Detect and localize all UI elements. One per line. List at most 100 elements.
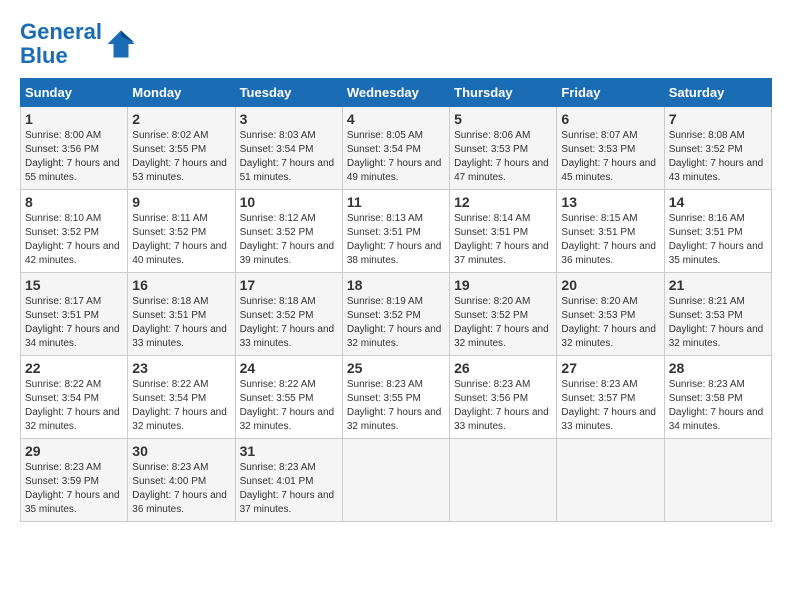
day-number: 25 bbox=[347, 360, 445, 376]
day-number: 9 bbox=[132, 194, 230, 210]
day-number: 10 bbox=[240, 194, 338, 210]
day-info: Sunrise: 8:13 AM Sunset: 3:51 PM Dayligh… bbox=[347, 212, 445, 268]
day-info: Sunrise: 8:12 AM Sunset: 3:52 PM Dayligh… bbox=[240, 212, 338, 268]
logo: GeneralBlue bbox=[20, 20, 136, 68]
calendar-cell: 27 Sunrise: 8:23 AM Sunset: 3:57 PM Dayl… bbox=[557, 356, 664, 439]
day-number: 20 bbox=[561, 277, 659, 293]
calendar-cell: 10 Sunrise: 8:12 AM Sunset: 3:52 PM Dayl… bbox=[235, 190, 342, 273]
calendar-cell: 14 Sunrise: 8:16 AM Sunset: 3:51 PM Dayl… bbox=[664, 190, 771, 273]
header-monday: Monday bbox=[128, 79, 235, 107]
calendar-cell: 25 Sunrise: 8:23 AM Sunset: 3:55 PM Dayl… bbox=[342, 356, 449, 439]
day-info: Sunrise: 8:07 AM Sunset: 3:53 PM Dayligh… bbox=[561, 129, 659, 185]
calendar-cell: 12 Sunrise: 8:14 AM Sunset: 3:51 PM Dayl… bbox=[450, 190, 557, 273]
header-friday: Friday bbox=[557, 79, 664, 107]
calendar-cell: 4 Sunrise: 8:05 AM Sunset: 3:54 PM Dayli… bbox=[342, 107, 449, 190]
calendar-cell: 7 Sunrise: 8:08 AM Sunset: 3:52 PM Dayli… bbox=[664, 107, 771, 190]
calendar-cell bbox=[664, 439, 771, 522]
day-number: 31 bbox=[240, 443, 338, 459]
day-number: 4 bbox=[347, 111, 445, 127]
day-info: Sunrise: 8:22 AM Sunset: 3:54 PM Dayligh… bbox=[132, 378, 230, 434]
day-info: Sunrise: 8:17 AM Sunset: 3:51 PM Dayligh… bbox=[25, 295, 123, 351]
day-info: Sunrise: 8:08 AM Sunset: 3:52 PM Dayligh… bbox=[669, 129, 767, 185]
day-number: 28 bbox=[669, 360, 767, 376]
day-info: Sunrise: 8:23 AM Sunset: 3:57 PM Dayligh… bbox=[561, 378, 659, 434]
calendar-table: SundayMondayTuesdayWednesdayThursdayFrid… bbox=[20, 78, 772, 522]
calendar-cell: 18 Sunrise: 8:19 AM Sunset: 3:52 PM Dayl… bbox=[342, 273, 449, 356]
calendar-week-row: 15 Sunrise: 8:17 AM Sunset: 3:51 PM Dayl… bbox=[21, 273, 772, 356]
day-number: 22 bbox=[25, 360, 123, 376]
day-info: Sunrise: 8:06 AM Sunset: 3:53 PM Dayligh… bbox=[454, 129, 552, 185]
header-wednesday: Wednesday bbox=[342, 79, 449, 107]
calendar-cell: 21 Sunrise: 8:21 AM Sunset: 3:53 PM Dayl… bbox=[664, 273, 771, 356]
day-info: Sunrise: 8:23 AM Sunset: 3:59 PM Dayligh… bbox=[25, 461, 123, 517]
day-info: Sunrise: 8:14 AM Sunset: 3:51 PM Dayligh… bbox=[454, 212, 552, 268]
day-info: Sunrise: 8:22 AM Sunset: 3:54 PM Dayligh… bbox=[25, 378, 123, 434]
calendar-cell bbox=[450, 439, 557, 522]
calendar-week-row: 29 Sunrise: 8:23 AM Sunset: 3:59 PM Dayl… bbox=[21, 439, 772, 522]
day-number: 21 bbox=[669, 277, 767, 293]
calendar-cell: 19 Sunrise: 8:20 AM Sunset: 3:52 PM Dayl… bbox=[450, 273, 557, 356]
day-number: 16 bbox=[132, 277, 230, 293]
day-info: Sunrise: 8:20 AM Sunset: 3:52 PM Dayligh… bbox=[454, 295, 552, 351]
header-saturday: Saturday bbox=[664, 79, 771, 107]
day-number: 26 bbox=[454, 360, 552, 376]
calendar-week-row: 1 Sunrise: 8:00 AM Sunset: 3:56 PM Dayli… bbox=[21, 107, 772, 190]
day-number: 27 bbox=[561, 360, 659, 376]
calendar-cell: 20 Sunrise: 8:20 AM Sunset: 3:53 PM Dayl… bbox=[557, 273, 664, 356]
calendar-cell: 24 Sunrise: 8:22 AM Sunset: 3:55 PM Dayl… bbox=[235, 356, 342, 439]
header-sunday: Sunday bbox=[21, 79, 128, 107]
day-number: 17 bbox=[240, 277, 338, 293]
calendar-cell: 11 Sunrise: 8:13 AM Sunset: 3:51 PM Dayl… bbox=[342, 190, 449, 273]
calendar-cell: 23 Sunrise: 8:22 AM Sunset: 3:54 PM Dayl… bbox=[128, 356, 235, 439]
day-number: 8 bbox=[25, 194, 123, 210]
day-info: Sunrise: 8:23 AM Sunset: 3:58 PM Dayligh… bbox=[669, 378, 767, 434]
calendar-cell: 6 Sunrise: 8:07 AM Sunset: 3:53 PM Dayli… bbox=[557, 107, 664, 190]
calendar-cell: 5 Sunrise: 8:06 AM Sunset: 3:53 PM Dayli… bbox=[450, 107, 557, 190]
day-number: 19 bbox=[454, 277, 552, 293]
day-info: Sunrise: 8:02 AM Sunset: 3:55 PM Dayligh… bbox=[132, 129, 230, 185]
day-number: 11 bbox=[347, 194, 445, 210]
day-number: 1 bbox=[25, 111, 123, 127]
calendar-cell: 13 Sunrise: 8:15 AM Sunset: 3:51 PM Dayl… bbox=[557, 190, 664, 273]
day-info: Sunrise: 8:23 AM Sunset: 3:56 PM Dayligh… bbox=[454, 378, 552, 434]
day-info: Sunrise: 8:10 AM Sunset: 3:52 PM Dayligh… bbox=[25, 212, 123, 268]
calendar-cell: 17 Sunrise: 8:18 AM Sunset: 3:52 PM Dayl… bbox=[235, 273, 342, 356]
calendar-cell: 30 Sunrise: 8:23 AM Sunset: 4:00 PM Dayl… bbox=[128, 439, 235, 522]
day-number: 14 bbox=[669, 194, 767, 210]
calendar-cell: 8 Sunrise: 8:10 AM Sunset: 3:52 PM Dayli… bbox=[21, 190, 128, 273]
day-number: 3 bbox=[240, 111, 338, 127]
day-number: 15 bbox=[25, 277, 123, 293]
day-info: Sunrise: 8:18 AM Sunset: 3:51 PM Dayligh… bbox=[132, 295, 230, 351]
day-number: 6 bbox=[561, 111, 659, 127]
day-info: Sunrise: 8:19 AM Sunset: 3:52 PM Dayligh… bbox=[347, 295, 445, 351]
day-number: 18 bbox=[347, 277, 445, 293]
day-number: 30 bbox=[132, 443, 230, 459]
calendar-cell: 15 Sunrise: 8:17 AM Sunset: 3:51 PM Dayl… bbox=[21, 273, 128, 356]
calendar-cell: 28 Sunrise: 8:23 AM Sunset: 3:58 PM Dayl… bbox=[664, 356, 771, 439]
day-number: 12 bbox=[454, 194, 552, 210]
day-number: 29 bbox=[25, 443, 123, 459]
calendar-cell: 16 Sunrise: 8:18 AM Sunset: 3:51 PM Dayl… bbox=[128, 273, 235, 356]
day-info: Sunrise: 8:20 AM Sunset: 3:53 PM Dayligh… bbox=[561, 295, 659, 351]
logo-icon bbox=[106, 29, 136, 59]
day-number: 2 bbox=[132, 111, 230, 127]
calendar-week-row: 22 Sunrise: 8:22 AM Sunset: 3:54 PM Dayl… bbox=[21, 356, 772, 439]
calendar-cell: 2 Sunrise: 8:02 AM Sunset: 3:55 PM Dayli… bbox=[128, 107, 235, 190]
calendar-cell: 1 Sunrise: 8:00 AM Sunset: 3:56 PM Dayli… bbox=[21, 107, 128, 190]
page-header: GeneralBlue bbox=[20, 20, 772, 68]
day-info: Sunrise: 8:18 AM Sunset: 3:52 PM Dayligh… bbox=[240, 295, 338, 351]
day-number: 23 bbox=[132, 360, 230, 376]
day-info: Sunrise: 8:05 AM Sunset: 3:54 PM Dayligh… bbox=[347, 129, 445, 185]
calendar-cell: 29 Sunrise: 8:23 AM Sunset: 3:59 PM Dayl… bbox=[21, 439, 128, 522]
day-info: Sunrise: 8:00 AM Sunset: 3:56 PM Dayligh… bbox=[25, 129, 123, 185]
day-info: Sunrise: 8:15 AM Sunset: 3:51 PM Dayligh… bbox=[561, 212, 659, 268]
calendar-week-row: 8 Sunrise: 8:10 AM Sunset: 3:52 PM Dayli… bbox=[21, 190, 772, 273]
calendar-cell: 26 Sunrise: 8:23 AM Sunset: 3:56 PM Dayl… bbox=[450, 356, 557, 439]
logo-text: GeneralBlue bbox=[20, 20, 102, 68]
day-number: 7 bbox=[669, 111, 767, 127]
day-info: Sunrise: 8:21 AM Sunset: 3:53 PM Dayligh… bbox=[669, 295, 767, 351]
day-info: Sunrise: 8:22 AM Sunset: 3:55 PM Dayligh… bbox=[240, 378, 338, 434]
day-info: Sunrise: 8:03 AM Sunset: 3:54 PM Dayligh… bbox=[240, 129, 338, 185]
day-info: Sunrise: 8:16 AM Sunset: 3:51 PM Dayligh… bbox=[669, 212, 767, 268]
calendar-cell: 22 Sunrise: 8:22 AM Sunset: 3:54 PM Dayl… bbox=[21, 356, 128, 439]
